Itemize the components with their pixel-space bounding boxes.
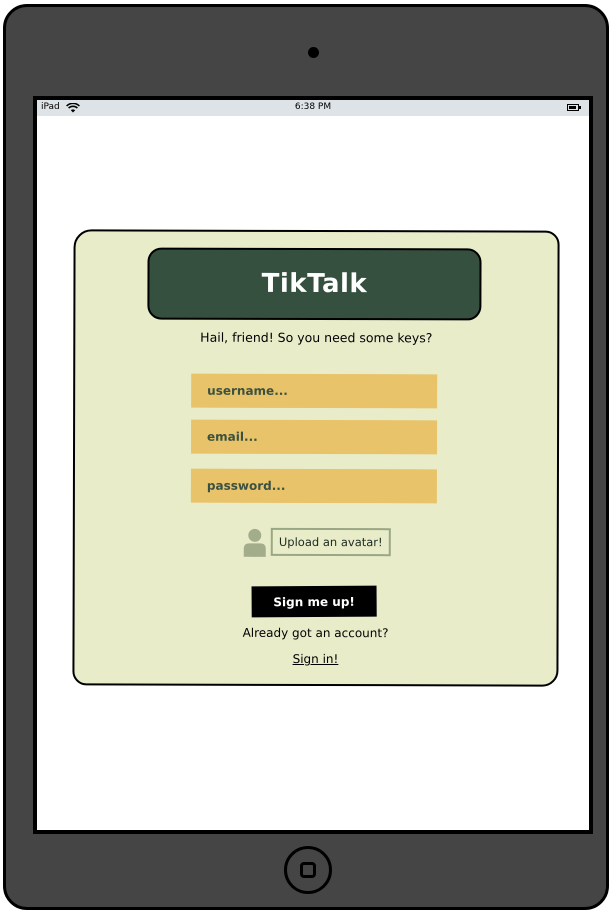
app-logo: TikTalk (261, 268, 368, 300)
screen-content: iPad 6:38 PM TikTalk Hail, friend! So yo… (37, 100, 589, 830)
status-time: 6:38 PM (294, 102, 332, 112)
upload-avatar-button[interactable]: Upload an avatar! (270, 527, 391, 557)
avatar-upload-row: Upload an avatar! (243, 526, 403, 558)
logo-banner: TikTalk (147, 247, 482, 321)
home-square-icon (300, 862, 316, 878)
device-screen: iPad 6:38 PM TikTalk Hail, friend! So yo… (33, 96, 593, 834)
tagline: Hail, friend! So you need some keys? (200, 329, 433, 346)
already-account-text: Already got an account? (242, 625, 389, 641)
username-input[interactable] (191, 373, 438, 409)
person-icon (243, 528, 266, 557)
sign-up-button[interactable]: Sign me up! (251, 585, 377, 618)
signup-card: TikTalk Hail, friend! So you need some k… (72, 229, 560, 687)
camera-dot (308, 47, 319, 58)
battery-icon (567, 104, 581, 111)
status-bar: iPad 6:38 PM (37, 100, 589, 116)
ipad-frame: iPad 6:38 PM TikTalk Hail, friend! So yo… (3, 4, 609, 910)
home-button[interactable] (284, 846, 332, 894)
sign-in-link[interactable]: Sign in! (74, 651, 556, 666)
password-input[interactable] (190, 468, 437, 504)
email-input[interactable] (191, 419, 438, 455)
